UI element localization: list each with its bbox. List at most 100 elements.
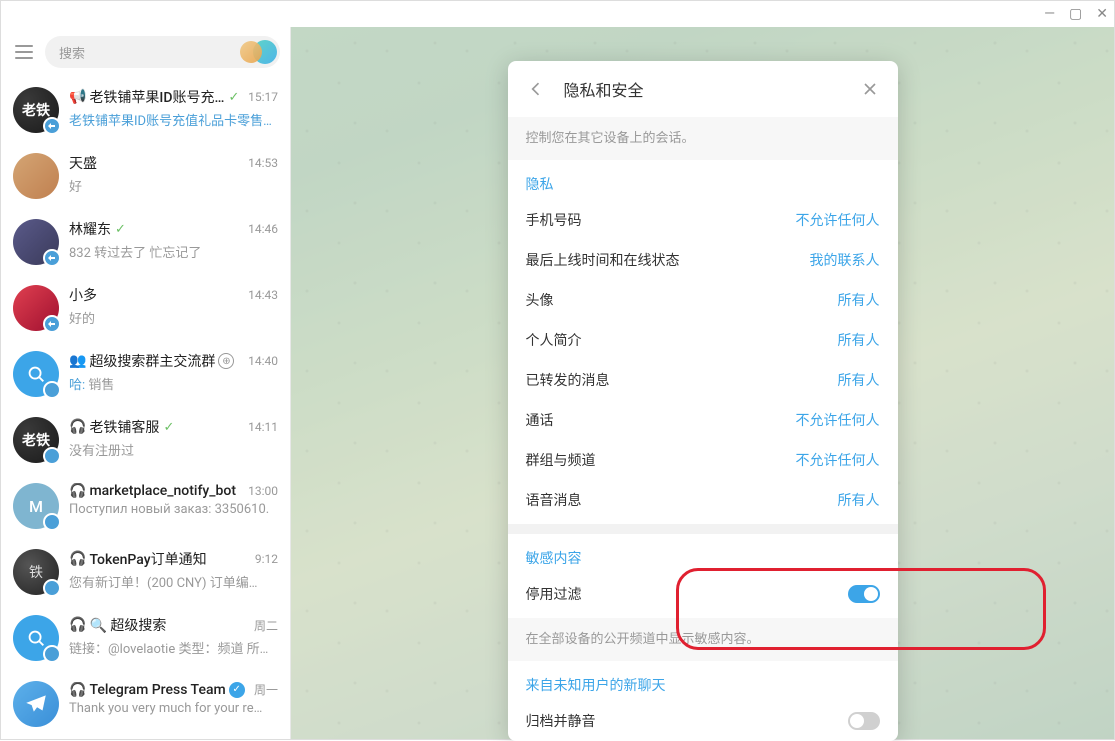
chat-item[interactable]: 🎧 🔍 超级搜索 周二 链接：@lovelaotie 类型：频道 所…	[1, 605, 290, 671]
avatar	[13, 285, 59, 331]
check-icon: ✓	[228, 90, 239, 105]
avatar	[13, 351, 59, 397]
chat-item[interactable]: 老铁 📢 老铁铺苹果ID账号充… ✓ 15:17 老铁铺苹果ID账号充值礼品卡零售…	[1, 77, 290, 143]
privacy-row[interactable]: 语音消息 所有人	[526, 480, 880, 520]
privacy-row[interactable]: 通话不允许任何人	[526, 400, 880, 440]
chat-preview: 链接：@lovelaotie 类型：频道 所…	[69, 638, 278, 657]
privacy-row[interactable]: 群组与频道 不允许任何人	[526, 440, 880, 480]
chat-name: 🎧 🔍 超级搜索	[69, 615, 166, 635]
sensitive-hint: 在全部设备的公开频道中显示敏感内容。	[508, 618, 898, 661]
avatar: 老铁	[13, 87, 59, 133]
hamburger-menu-button[interactable]	[7, 35, 41, 69]
chat-item[interactable]: 铁 🎧 TokenPay订单通知 9:12 您有新订单！(200 CNY) 订单编…	[1, 539, 290, 605]
chat-time: 15:17	[248, 90, 278, 104]
setting-value: 不允许任何人	[796, 450, 880, 470]
setting-value: 不允许任何人	[796, 210, 880, 230]
chat-name: 🎧 Telegram Press Team ✓	[69, 682, 245, 698]
back-arrow-icon[interactable]	[526, 79, 546, 99]
close-window-button[interactable]: ✕	[1096, 6, 1108, 22]
chat-preview: 老铁铺苹果ID账号充值礼品卡零售…	[69, 110, 278, 129]
toggle-on-icon[interactable]	[848, 585, 880, 603]
status-badge-icon	[43, 645, 61, 663]
setting-value: 所有人	[838, 490, 880, 510]
settings-modal: 隐私和安全 控制您在其它设备上的会话。 隐私 手机号码不允许任何人最后上线时间和…	[508, 61, 898, 741]
globe-icon: ⊕	[218, 353, 234, 369]
setting-label: 语音消息	[526, 490, 582, 510]
setting-label: 通话	[526, 410, 554, 430]
chat-item[interactable]: 🎧 Telegram Press Team ✓周一 Thank you very…	[1, 671, 290, 737]
check-icon: ✓	[163, 420, 174, 435]
privacy-row[interactable]: 已转发的消息所有人	[526, 360, 880, 400]
setting-label: 群组与频道	[526, 450, 596, 470]
avatar: M	[13, 483, 59, 529]
chat-time: 9:12	[255, 552, 278, 566]
chat-item[interactable]: 天盛14:53 好	[1, 143, 290, 209]
close-icon[interactable]	[860, 79, 880, 99]
status-badge-icon	[43, 315, 61, 333]
status-badge-icon	[43, 249, 61, 267]
chat-name: 小多	[69, 285, 97, 305]
chat-name: 林耀东	[69, 219, 111, 239]
sensitive-section-title: 敏感内容	[526, 548, 880, 568]
chat-list: 老铁 📢 老铁铺苹果ID账号充… ✓ 15:17 老铁铺苹果ID账号充值礼品卡零售……	[1, 77, 290, 739]
toggle-label: 停用过滤	[526, 584, 582, 604]
setting-value: 所有人	[838, 370, 880, 390]
sidebar: 搜索 老铁 📢 老铁铺苹果ID账号充… ✓ 15:17 老铁铺苹果ID账号充值礼品卡…	[1, 27, 291, 739]
chat-preview: 832 转过去了 忙忘记了	[69, 242, 278, 261]
toggle-label: 归档并静音	[526, 711, 596, 731]
chat-item[interactable]: M 🎧 marketplace_notify_bot13:00 Поступил…	[1, 473, 290, 539]
chat-preview: Поступил новый заказ: 3350610.	[69, 502, 278, 517]
setting-label: 手机号码	[526, 210, 582, 230]
avatar: 老铁	[13, 417, 59, 463]
chat-preview: 您有新订单！(200 CNY) 订单编…	[69, 572, 278, 591]
setting-value: 我的联系人	[810, 250, 880, 270]
session-hint: 控制您在其它设备上的会话。	[508, 117, 898, 160]
chat-item[interactable]: Volunteer Support周一	[1, 737, 290, 739]
newchat-section: 来自未知用户的新聊天 归档并静音	[508, 661, 898, 741]
chat-time: 14:40	[248, 354, 278, 368]
privacy-row[interactable]: 个人简介所有人	[526, 320, 880, 360]
chat-preview: 哈: 销售	[69, 374, 278, 393]
status-badge-icon	[43, 117, 61, 135]
setting-value: 所有人	[838, 290, 880, 310]
minimize-button[interactable]: —	[1044, 6, 1055, 22]
archive-mute-toggle-row[interactable]: 归档并静音	[526, 701, 880, 741]
check-icon: ✓	[115, 222, 126, 237]
search-input[interactable]: 搜索	[45, 36, 280, 68]
chat-name: 🎧 老铁铺客服	[69, 417, 159, 437]
status-badge-icon	[43, 579, 61, 597]
privacy-row[interactable]: 最后上线时间和在线状态 我的联系人	[526, 240, 880, 280]
chat-name: 📢 老铁铺苹果ID账号充…	[69, 87, 224, 107]
chat-time: 周二	[254, 617, 278, 634]
maximize-button[interactable]: ▢	[1069, 6, 1082, 22]
chat-item[interactable]: 小多14:43 好的	[1, 275, 290, 341]
avatar	[13, 219, 59, 265]
disable-filter-toggle-row[interactable]: 停用过滤	[526, 574, 880, 614]
status-badge-icon	[43, 381, 61, 399]
setting-label: 头像	[526, 290, 554, 310]
chat-name: 🎧 marketplace_notify_bot	[69, 483, 236, 499]
sensitive-section: 敏感内容 停用过滤	[508, 534, 898, 618]
chat-preview: 好	[69, 176, 278, 195]
setting-label: 最后上线时间和在线状态	[526, 250, 680, 270]
chat-item[interactable]: 林耀东✓14:46 832 转过去了 忙忘记了	[1, 209, 290, 275]
chat-name: 👥 超级搜索群主交流群 ⊕	[69, 351, 234, 371]
privacy-section-title: 隐私	[526, 174, 880, 194]
chat-name: 🎧 TokenPay订单通知	[69, 549, 207, 569]
chat-item[interactable]: 老铁 🎧 老铁铺客服✓14:11 没有注册过	[1, 407, 290, 473]
chat-time: 14:53	[248, 156, 278, 170]
privacy-section: 隐私 手机号码不允许任何人最后上线时间和在线状态我的联系人头像所有人个人简介所有…	[508, 160, 898, 524]
chat-preview: Thank you very much for your re…	[69, 701, 278, 716]
verified-icon: ✓	[229, 682, 245, 698]
privacy-row[interactable]: 头像 所有人	[526, 280, 880, 320]
search-placeholder: 搜索	[59, 43, 85, 62]
privacy-row[interactable]: 手机号码 不允许任何人	[526, 200, 880, 240]
toggle-off-icon[interactable]	[848, 712, 880, 730]
avatar-badge-icon	[253, 40, 277, 64]
status-badge-icon	[43, 447, 61, 465]
chat-item[interactable]: 👥 超级搜索群主交流群 ⊕ 14:40 哈: 销售	[1, 341, 290, 407]
setting-label: 个人简介	[526, 330, 582, 350]
avatar: 铁	[13, 549, 59, 595]
modal-title: 隐私和安全	[564, 77, 644, 101]
avatar	[13, 153, 59, 199]
